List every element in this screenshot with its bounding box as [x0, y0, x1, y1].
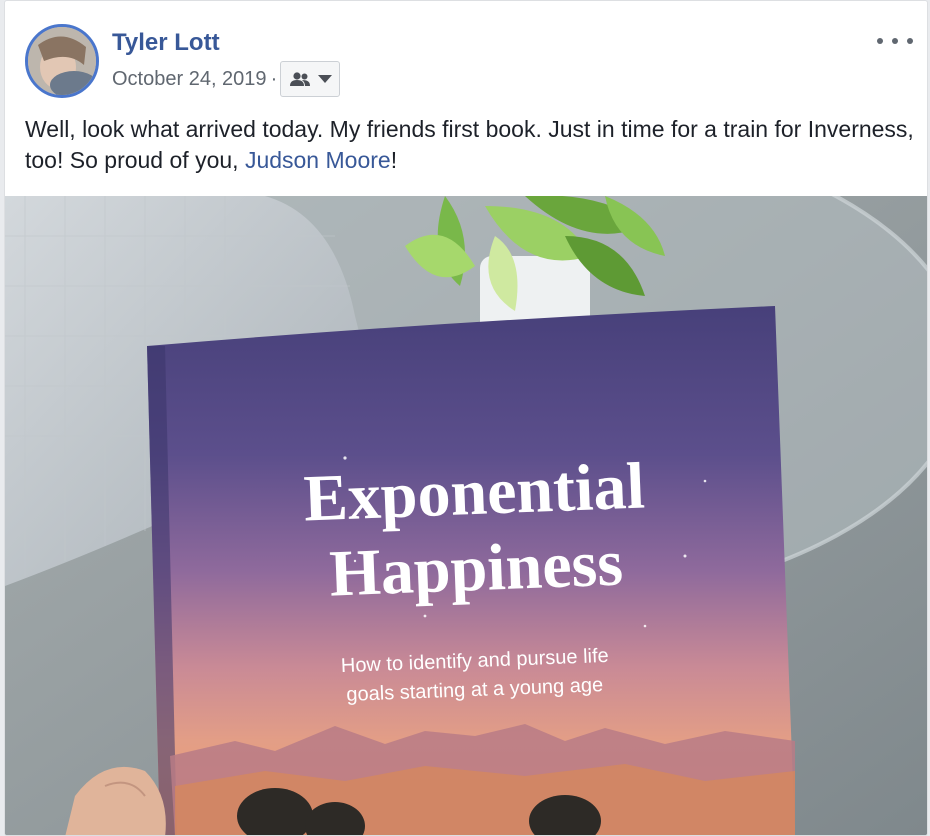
- more-dot: [907, 38, 913, 44]
- more-options-icon[interactable]: [877, 31, 913, 51]
- caret-down-icon: [317, 75, 332, 83]
- more-dot: [892, 38, 898, 44]
- meta-separator: ·: [270, 67, 278, 90]
- more-dot: [877, 38, 883, 44]
- book-title-line2: Happiness: [328, 526, 624, 610]
- message-text: Well, look what arrived today. My friend…: [25, 116, 914, 173]
- post-photo[interactable]: Exponential Happiness How to identify an…: [5, 196, 927, 835]
- avatar-image: [28, 27, 96, 95]
- post-date[interactable]: October 24, 2019: [112, 68, 267, 91]
- book-subtitle-line2: goals starting at a young age: [346, 674, 604, 706]
- book-title-line1: Exponential: [302, 449, 646, 535]
- friends-icon: [289, 72, 310, 86]
- author-avatar[interactable]: [25, 24, 99, 98]
- post-meta: October 24, 2019 ·: [112, 61, 341, 97]
- message-end: !: [390, 147, 398, 173]
- audience-selector-button[interactable]: [280, 61, 341, 97]
- post-message: Well, look what arrived today. My friend…: [25, 114, 915, 176]
- book-subtitle-line1: How to identify and pursue life: [340, 645, 609, 677]
- feed-post: Tyler Lott October 24, 2019 · Well, look…: [4, 0, 928, 836]
- author-name[interactable]: Tyler Lott: [112, 29, 220, 57]
- mention-link[interactable]: Judson Moore: [245, 147, 391, 173]
- book-cover-text: Exponential Happiness How to identify an…: [302, 449, 646, 706]
